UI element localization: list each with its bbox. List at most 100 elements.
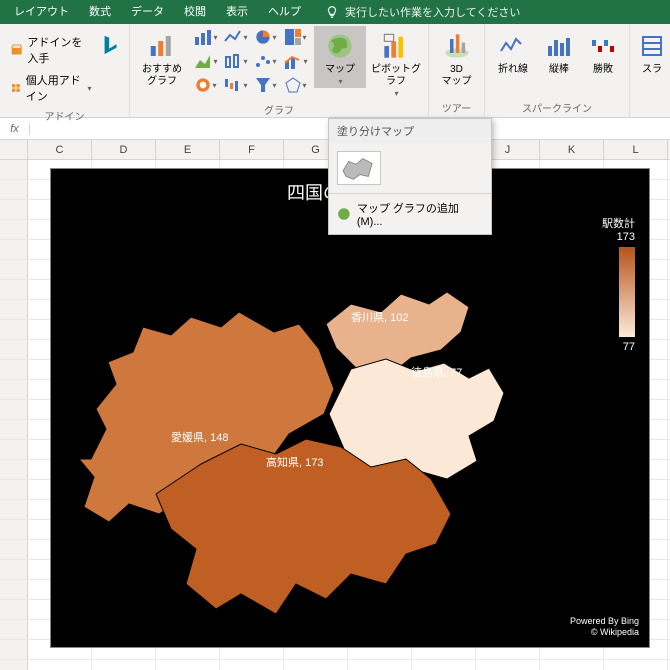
map-dropdown: 塗り分けマップ マップ グラフの追加(M)... (328, 118, 492, 235)
chart-bar-button[interactable]: ▾ (192, 26, 220, 48)
chart-surface-button[interactable]: ▾ (192, 74, 220, 96)
map-chart-button[interactable]: マップ▾ (314, 26, 366, 88)
legend-min: 77 (585, 341, 635, 353)
menu-tab-view[interactable]: 表示 (216, 0, 258, 24)
ribbon: アドインを入手 個人用アドイン▾ アドイン おすすめ グラフ ▾ ▾ ▾ (0, 24, 670, 118)
group-label-addins: アドイン (6, 106, 123, 126)
row-head[interactable] (0, 640, 28, 659)
row-head[interactable] (0, 560, 28, 579)
row-head[interactable] (0, 240, 28, 259)
row-head[interactable] (0, 340, 28, 359)
chart-funnel-button[interactable]: ▾ (252, 74, 280, 96)
3d-map-label: 3D マップ (442, 64, 472, 88)
pivot-chart-icon (382, 32, 410, 60)
row-head[interactable] (0, 320, 28, 339)
bing-icon (100, 34, 122, 56)
filled-map-thumb-icon (340, 154, 378, 182)
row-head[interactable] (0, 200, 28, 219)
chart-combo-button[interactable]: ▾ (282, 50, 310, 72)
row-head[interactable] (0, 160, 28, 179)
globe-small-icon (337, 207, 351, 221)
map-chart[interactable]: 四国の県別駅数 香川県, 102 徳島県, 77 愛媛県, 148 高知県, 1… (50, 168, 650, 648)
dropdown-header: 塗り分けマップ (329, 119, 491, 143)
sparkline-column-icon (547, 36, 571, 56)
sparkline-column-button[interactable]: 縦棒 (539, 26, 579, 76)
shikoku-map-icon (51, 209, 571, 629)
row-head[interactable] (0, 600, 28, 619)
chart-pie-button[interactable]: ▾ (252, 26, 280, 48)
row-head[interactable] (0, 460, 28, 479)
pie-chart-icon (255, 29, 271, 45)
sparkline-winloss-label: 勝敗 (593, 64, 613, 76)
col-head[interactable]: D (92, 140, 156, 159)
row-head[interactable] (0, 520, 28, 539)
row-head[interactable] (0, 480, 28, 499)
row-head[interactable] (0, 500, 28, 519)
chart-treemap-button[interactable]: ▾ (282, 26, 310, 48)
row-head[interactable] (0, 620, 28, 639)
sparkline-winloss-icon (591, 36, 615, 56)
addins-icon (10, 80, 22, 96)
row-head[interactable] (0, 380, 28, 399)
3d-map-button[interactable]: 3D マップ (435, 26, 478, 88)
row-head[interactable] (0, 280, 28, 299)
add-map-label: マップ グラフの追加(M)... (357, 200, 483, 228)
row-head[interactable] (0, 420, 28, 439)
pivot-chart-button[interactable]: ピボットグラフ▾ (370, 26, 422, 100)
my-addins-button[interactable]: 個人用アドイン▾ (6, 70, 95, 106)
bing-maps-button[interactable] (99, 26, 123, 56)
line-chart-icon (224, 29, 242, 45)
row-head[interactable] (0, 300, 28, 319)
sparkline-line-button[interactable]: 折れ線 (491, 26, 535, 76)
chart-radar-button[interactable]: ▾ (282, 74, 310, 96)
group-slicer: スラ (630, 24, 670, 118)
row-head[interactable] (0, 660, 28, 670)
col-head[interactable]: L (604, 140, 668, 159)
row-head[interactable] (0, 440, 28, 459)
chart-stat-button[interactable]: ▾ (222, 50, 250, 72)
menu-tab-formula[interactable]: 数式 (79, 0, 121, 24)
recommended-charts-label: おすすめ グラフ (142, 64, 182, 88)
label-tokushima: 徳島県, 77 (411, 364, 462, 380)
menu-tab-review[interactable]: 校閲 (174, 0, 216, 24)
col-head[interactable]: C (28, 140, 92, 159)
sparkline-winloss-button[interactable]: 勝敗 (583, 26, 623, 76)
menu-tab-data[interactable]: データ (121, 0, 174, 24)
pivot-label: ピボットグラフ (371, 64, 421, 87)
slicer-button[interactable]: スラ (636, 26, 668, 76)
chart-waterfall-button[interactable]: ▾ (222, 74, 250, 96)
col-head[interactable]: F (220, 140, 284, 159)
combo-chart-icon (284, 53, 302, 69)
lightbulb-icon (325, 5, 339, 19)
slicer-icon (640, 34, 664, 58)
get-addins-button[interactable]: アドインを入手 (6, 32, 95, 68)
scatter-chart-icon (255, 53, 271, 69)
menu-tab-layout[interactable]: レイアウト (4, 0, 79, 24)
tell-me-search[interactable]: 実行したい作業を入力してください (325, 4, 520, 20)
menu-tab-help[interactable]: ヘルプ (258, 0, 311, 24)
filled-map-option[interactable] (329, 143, 491, 193)
row-head[interactable] (0, 260, 28, 279)
chart-legend: 駅数計 173 77 (585, 215, 635, 353)
radar-chart-icon (285, 77, 301, 93)
row-head[interactable] (0, 360, 28, 379)
col-head[interactable]: K (540, 140, 604, 159)
chart-area-button[interactable]: ▾ (192, 50, 220, 72)
label-ehime: 愛媛県, 148 (171, 429, 228, 445)
globe-icon (326, 32, 354, 60)
row-head[interactable] (0, 220, 28, 239)
add-map-chart-button[interactable]: マップ グラフの追加(M)... (329, 193, 491, 234)
chart-line-button[interactable]: ▾ (222, 26, 250, 48)
col-head[interactable]: E (156, 140, 220, 159)
get-addins-label: アドインを入手 (27, 34, 91, 66)
row-head[interactable] (0, 180, 28, 199)
my-addins-label: 個人用アドイン (26, 72, 83, 104)
3d-map-icon (443, 32, 471, 60)
chart-scatter-button[interactable]: ▾ (252, 50, 280, 72)
recommended-charts-button[interactable]: おすすめ グラフ (136, 26, 188, 88)
row-head[interactable] (0, 580, 28, 599)
row-head[interactable] (0, 540, 28, 559)
chart-credits: Powered By Bing © Wikipedia (570, 616, 639, 639)
map-label: マップ (325, 64, 355, 75)
row-head[interactable] (0, 400, 28, 419)
